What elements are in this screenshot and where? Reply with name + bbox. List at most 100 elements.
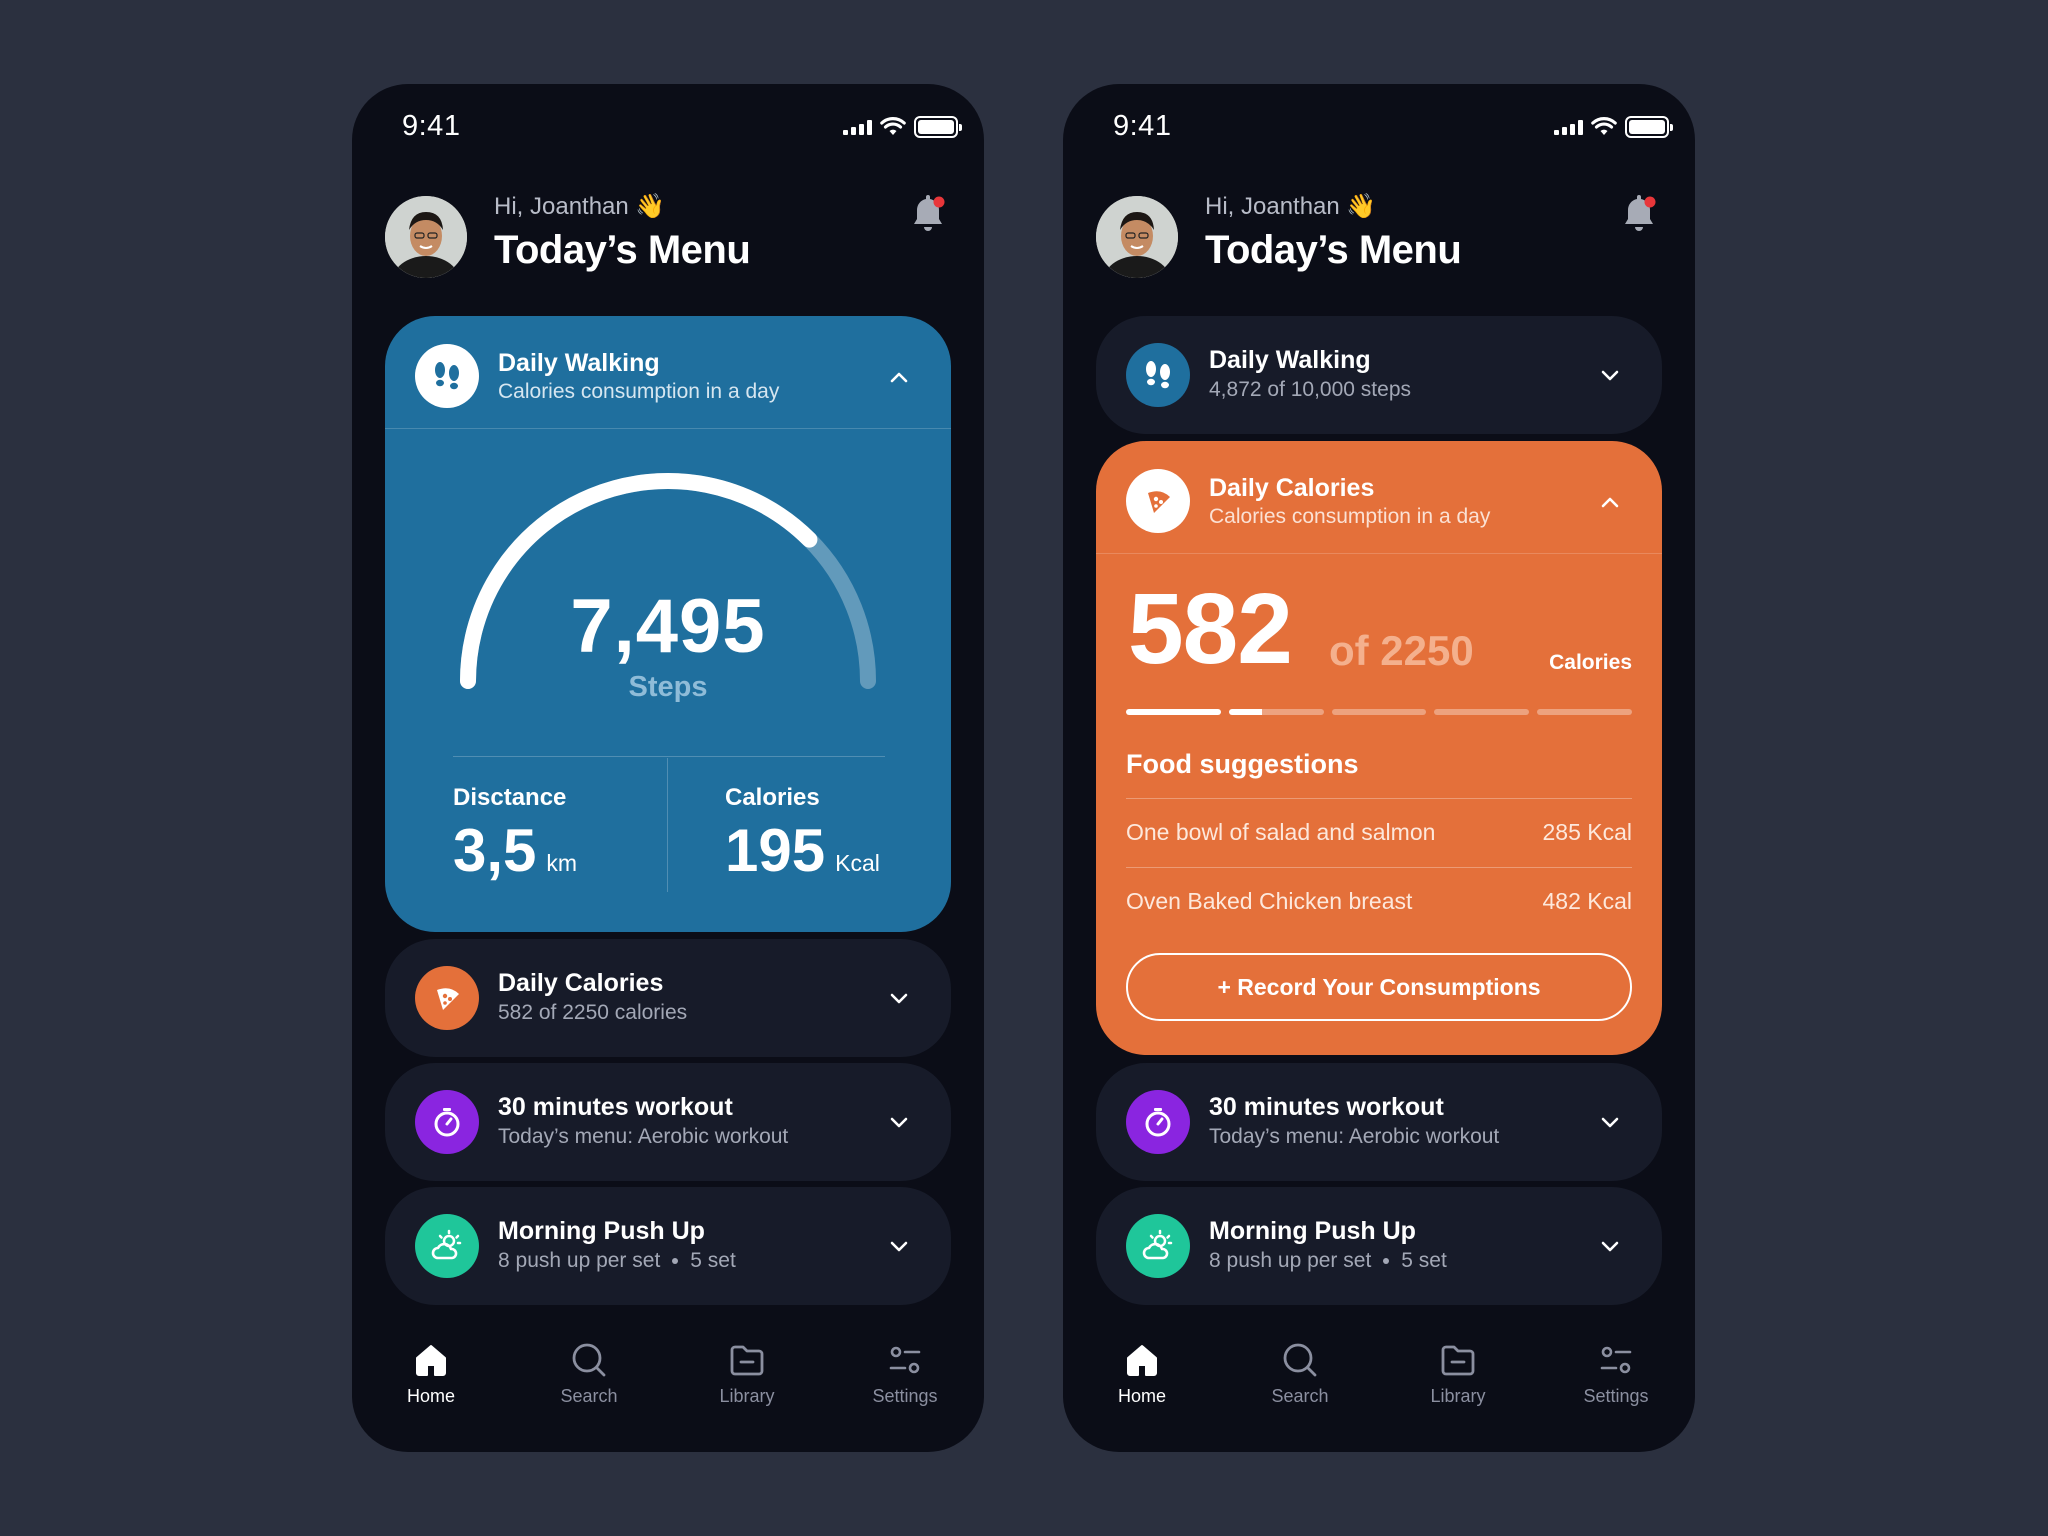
food-kcal: 285 Kcal	[1542, 819, 1632, 845]
status-time: 9:41	[1113, 110, 1172, 142]
cellular-signal-icon	[1554, 119, 1583, 135]
nav-item-settings[interactable]: Settings	[826, 1312, 984, 1452]
nav-label: Library	[1430, 1386, 1486, 1406]
card-subtitle: 8 push up per set 5 set	[498, 1249, 736, 1273]
nav-label: Library	[719, 1386, 775, 1406]
footsteps-icon	[415, 344, 479, 408]
stopwatch-icon	[415, 1090, 479, 1154]
chevron-down-icon[interactable]	[887, 1110, 911, 1134]
card-divider	[385, 428, 951, 429]
card-title: Morning Push Up	[498, 1217, 705, 1245]
food-kcal: 482 Kcal	[1542, 888, 1632, 914]
card-subtitle: Today’s menu: Aerobic workout	[1209, 1125, 1500, 1148]
nav-item-home[interactable]: Home	[352, 1312, 510, 1452]
battery-icon	[914, 116, 962, 138]
search-icon	[572, 1343, 606, 1377]
nav-label: Search	[560, 1386, 618, 1406]
home-icon	[416, 1345, 446, 1376]
card-title: Daily Calories	[1209, 474, 1375, 502]
calories-unit: Kcal	[835, 850, 880, 876]
notification-bell-icon[interactable]	[1619, 192, 1659, 236]
nav-item-settings[interactable]: Settings	[1537, 1312, 1695, 1452]
nav-label: Settings	[872, 1386, 938, 1406]
phone-screen-left: 9:41 Hi, Joanthan 👋 Today’s Menu Daily W…	[352, 84, 984, 1452]
daily-calories-card[interactable]: Daily Calories 582 of 2250 calories	[385, 939, 951, 1057]
nav-item-library[interactable]: Library	[668, 1312, 826, 1452]
status-icons	[843, 116, 962, 138]
stopwatch-icon	[1126, 1090, 1190, 1154]
page-title: Today’s Menu	[494, 228, 751, 272]
nav-label: Home	[406, 1386, 455, 1406]
calories-label: Calories	[725, 784, 820, 811]
notification-dot	[1644, 196, 1656, 208]
phone-screen-right: 9:41 Hi, Joanthan 👋 Today’s Menu Daily W…	[1063, 84, 1695, 1452]
notification-bell-icon[interactable]	[908, 192, 948, 236]
status-time: 9:41	[402, 110, 461, 142]
greeting-text: Hi, Joanthan 👋	[494, 193, 666, 220]
chevron-down-icon[interactable]	[887, 1234, 911, 1258]
folder-icon	[1441, 1345, 1475, 1376]
chevron-down-icon[interactable]	[887, 986, 911, 1010]
pushup-card[interactable]: Morning Push Up 8 push up per set 5 set	[1096, 1187, 1662, 1305]
stats-vertical-divider	[667, 758, 668, 892]
distance-value: 3,5	[453, 817, 537, 884]
nav-label: Settings	[1583, 1386, 1649, 1406]
folder-icon	[730, 1345, 764, 1376]
bottom-nav: Home Search Library Settings	[1063, 1312, 1695, 1452]
battery-icon	[1625, 116, 1673, 138]
food-suggestion-item[interactable]: Oven Baked Chicken breast 482 Kcal	[1126, 888, 1632, 915]
card-subtitle: Calories consumption in a day	[1209, 505, 1491, 528]
daily-walking-card[interactable]: Daily Walking 4,872 of 10,000 steps	[1096, 316, 1662, 434]
bottom-nav: Home Search Library Settings	[352, 1312, 984, 1452]
card-title: 30 minutes workout	[1209, 1093, 1444, 1121]
chevron-down-icon[interactable]	[1598, 363, 1622, 387]
greeting-text: Hi, Joanthan 👋	[1205, 193, 1377, 220]
chevron-up-icon[interactable]	[887, 366, 911, 390]
nav-item-search[interactable]: Search	[510, 1312, 668, 1452]
nav-label: Home	[1117, 1386, 1166, 1406]
card-subtitle: Today’s menu: Aerobic workout	[498, 1125, 789, 1148]
record-consumptions-button[interactable]: + Record Your Consumptions	[1126, 953, 1632, 1021]
nav-item-search[interactable]: Search	[1221, 1312, 1379, 1452]
card-title: 30 minutes workout	[498, 1093, 733, 1121]
food-suggestion-item[interactable]: One bowl of salad and salmon 285 Kcal	[1126, 819, 1632, 846]
nav-item-library[interactable]: Library	[1379, 1312, 1537, 1452]
card-subtitle: 8 push up per set 5 set	[1209, 1249, 1447, 1273]
food-name: One bowl of salad and salmon	[1126, 819, 1436, 845]
avatar[interactable]	[1096, 196, 1178, 278]
nav-item-home[interactable]: Home	[1063, 1312, 1221, 1452]
daily-walking-card-expanded[interactable]: Daily Walking Calories consumption in a …	[385, 316, 951, 932]
calories-stat: 195 Kcal	[725, 816, 880, 885]
pushup-card[interactable]: Morning Push Up 8 push up per set 5 set	[385, 1187, 951, 1305]
suggestions-divider	[1126, 798, 1632, 799]
progress-segment	[1537, 709, 1632, 715]
card-title: Daily Walking	[498, 349, 660, 377]
separator-dot	[672, 1258, 679, 1264]
card-title: Daily Calories	[498, 969, 664, 997]
pizza-icon	[415, 966, 479, 1030]
suggestions-divider	[1126, 867, 1632, 868]
avatar[interactable]	[385, 196, 467, 278]
settings-icon	[1600, 1346, 1632, 1374]
footsteps-icon	[1126, 343, 1190, 407]
calories-value: 582	[1128, 573, 1293, 685]
wifi-icon	[1591, 117, 1617, 135]
chevron-up-icon[interactable]	[1598, 491, 1622, 515]
progress-segment	[1228, 709, 1324, 715]
workout-card[interactable]: 30 minutes workout Today’s menu: Aerobic…	[385, 1063, 951, 1181]
card-title: Daily Walking	[1209, 346, 1371, 374]
chevron-down-icon[interactable]	[1598, 1234, 1622, 1258]
wifi-icon	[880, 117, 906, 135]
cellular-signal-icon	[843, 119, 872, 135]
distance-unit: km	[546, 850, 578, 876]
workout-card[interactable]: 30 minutes workout Today’s menu: Aerobic…	[1096, 1063, 1662, 1181]
calories-unit: Calories	[1549, 651, 1632, 674]
settings-icon	[889, 1346, 921, 1374]
pushup-sets: 5 set	[1401, 1249, 1447, 1272]
chevron-down-icon[interactable]	[1598, 1110, 1622, 1134]
food-suggestions-heading: Food suggestions	[1126, 749, 1359, 779]
card-subtitle: Calories consumption in a day	[498, 380, 780, 403]
status-icons	[1554, 116, 1673, 138]
daily-calories-card-expanded[interactable]: Daily Calories Calories consumption in a…	[1096, 441, 1662, 1055]
notification-dot	[933, 196, 945, 208]
